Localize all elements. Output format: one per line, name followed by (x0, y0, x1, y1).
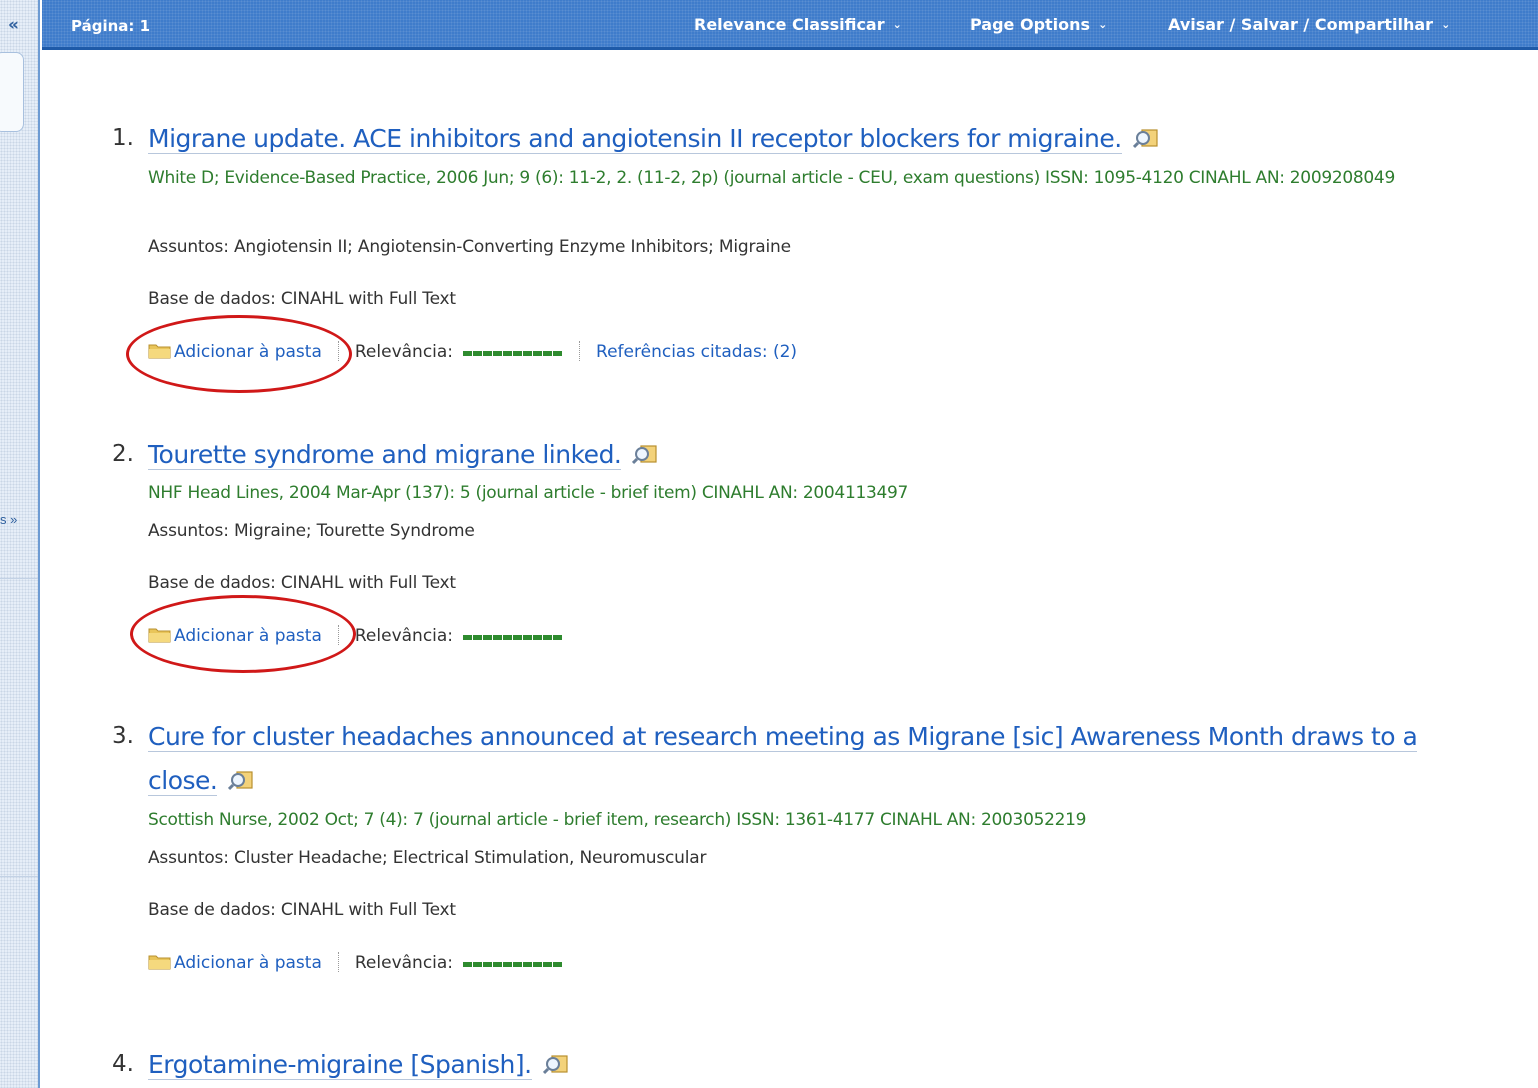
relevance-label: Relevância: (354, 342, 454, 362)
left-sidebar-collapsed: « s » (0, 0, 40, 1088)
relevance-meter (463, 625, 563, 645)
sidebar-panel-stub (0, 52, 24, 132)
preview-magnifier-icon[interactable] (632, 443, 658, 465)
database-label: Base de dados: (148, 289, 276, 309)
cited-references-link[interactable]: Referências citadas: (2) (596, 342, 797, 362)
result-citation: Scottish Nurse, 2002 Oct; 7 (4): 7 (jour… (148, 810, 1087, 830)
relevance-meter (463, 952, 563, 972)
add-to-folder-link[interactable]: Adicionar à pasta (148, 953, 322, 973)
subjects-value: Angiotensin II; Angiotensin-Converting E… (233, 237, 791, 257)
sidebar-more-link[interactable]: s » (0, 512, 17, 527)
result-subjects: Assuntos: Cluster Headache; Electrical S… (148, 848, 706, 868)
chevron-down-icon: ⌄ (1441, 18, 1451, 31)
folder-icon (148, 955, 171, 970)
database-value: CINAHL with Full Text (280, 289, 456, 309)
add-to-folder-link[interactable]: Adicionar à pasta (148, 626, 322, 646)
result-number: 2. (112, 441, 134, 467)
expand-sidebar-button[interactable]: « (8, 15, 28, 35)
add-to-folder-link[interactable]: Adicionar à pasta (148, 342, 322, 362)
relevance-meter (463, 341, 563, 361)
result-title-link[interactable]: Migrane update. ACE inhibitors and angio… (148, 124, 1122, 154)
relevance-label: Relevância: (354, 626, 454, 646)
divider (337, 952, 339, 972)
results-list: 1. Migrane update. ACE inhibitors and an… (42, 53, 1538, 1088)
page-options-menu-label: Page Options (970, 15, 1091, 34)
chevron-down-icon: ⌄ (892, 18, 902, 31)
result-number: 1. (112, 125, 134, 151)
divider (337, 625, 339, 645)
add-to-folder-label: Adicionar à pasta (174, 342, 322, 362)
page-number-label: Página: 1 (71, 17, 151, 35)
share-menu-label: Avisar / Salvar / Compartilhar (1168, 15, 1434, 34)
subjects-label: Assuntos: (148, 521, 229, 541)
result-number: 4. (112, 1051, 134, 1077)
add-to-folder-label: Adicionar à pasta (174, 626, 322, 646)
database-label: Base de dados: (148, 573, 276, 593)
result-number: 3. (112, 723, 134, 749)
results-toolbar: Página: 1 Relevance Classificar ⌄ Page Op… (42, 0, 1538, 50)
result-title-link[interactable]: Ergotamine-migraine [Spanish]. (148, 1050, 532, 1080)
subjects-label: Assuntos: (148, 848, 229, 868)
folder-icon (148, 628, 171, 643)
chevron-down-icon: ⌄ (1098, 18, 1108, 31)
result-subjects: Assuntos: Angiotensin II; Angiotensin-Co… (148, 237, 791, 257)
sidebar-divider (0, 876, 38, 877)
database-value: CINAHL with Full Text (280, 573, 456, 593)
result-title-link[interactable]: Cure for cluster headaches announced at … (148, 722, 1418, 796)
subjects-value: Migraine; Tourette Syndrome (233, 521, 475, 541)
preview-magnifier-icon[interactable] (228, 769, 254, 791)
preview-magnifier-icon[interactable] (542, 1053, 569, 1075)
result-database: Base de dados: CINAHL with Full Text (148, 573, 456, 593)
result-citation: White D; Evidence-Based Practice, 2006 J… (148, 168, 1395, 188)
relevance-label: Relevância: (354, 953, 454, 973)
page-options-menu[interactable]: Page Options ⌄ (970, 15, 1107, 34)
result-actions: Adicionar à pasta Relevância: (148, 625, 563, 646)
result-title-link[interactable]: Tourette syndrome and migrane linked. (148, 440, 622, 470)
divider (337, 341, 339, 361)
result-database: Base de dados: CINAHL with Full Text (148, 900, 456, 920)
subjects-label: Assuntos: (148, 237, 229, 257)
database-value: CINAHL with Full Text (280, 900, 456, 920)
folder-icon (148, 344, 171, 359)
preview-magnifier-icon[interactable] (1132, 127, 1159, 149)
sort-menu-label: Relevance Classificar (694, 15, 885, 34)
share-menu[interactable]: Avisar / Salvar / Compartilhar ⌄ (1168, 15, 1450, 34)
result-subjects: Assuntos: Migraine; Tourette Syndrome (148, 521, 475, 541)
result-database: Base de dados: CINAHL with Full Text (148, 289, 456, 309)
result-citation: NHF Head Lines, 2004 Mar-Apr (137): 5 (j… (148, 483, 909, 503)
result-actions: Adicionar à pasta Relevância: (148, 952, 563, 973)
sort-menu[interactable]: Relevance Classificar ⌄ (694, 15, 902, 34)
database-label: Base de dados: (148, 900, 276, 920)
subjects-value: Cluster Headache; Electrical Stimulation… (233, 848, 707, 868)
divider (579, 341, 581, 361)
add-to-folder-label: Adicionar à pasta (174, 953, 322, 973)
sidebar-divider (0, 578, 38, 579)
result-actions: Adicionar à pasta Relevância: Referências … (148, 341, 797, 362)
